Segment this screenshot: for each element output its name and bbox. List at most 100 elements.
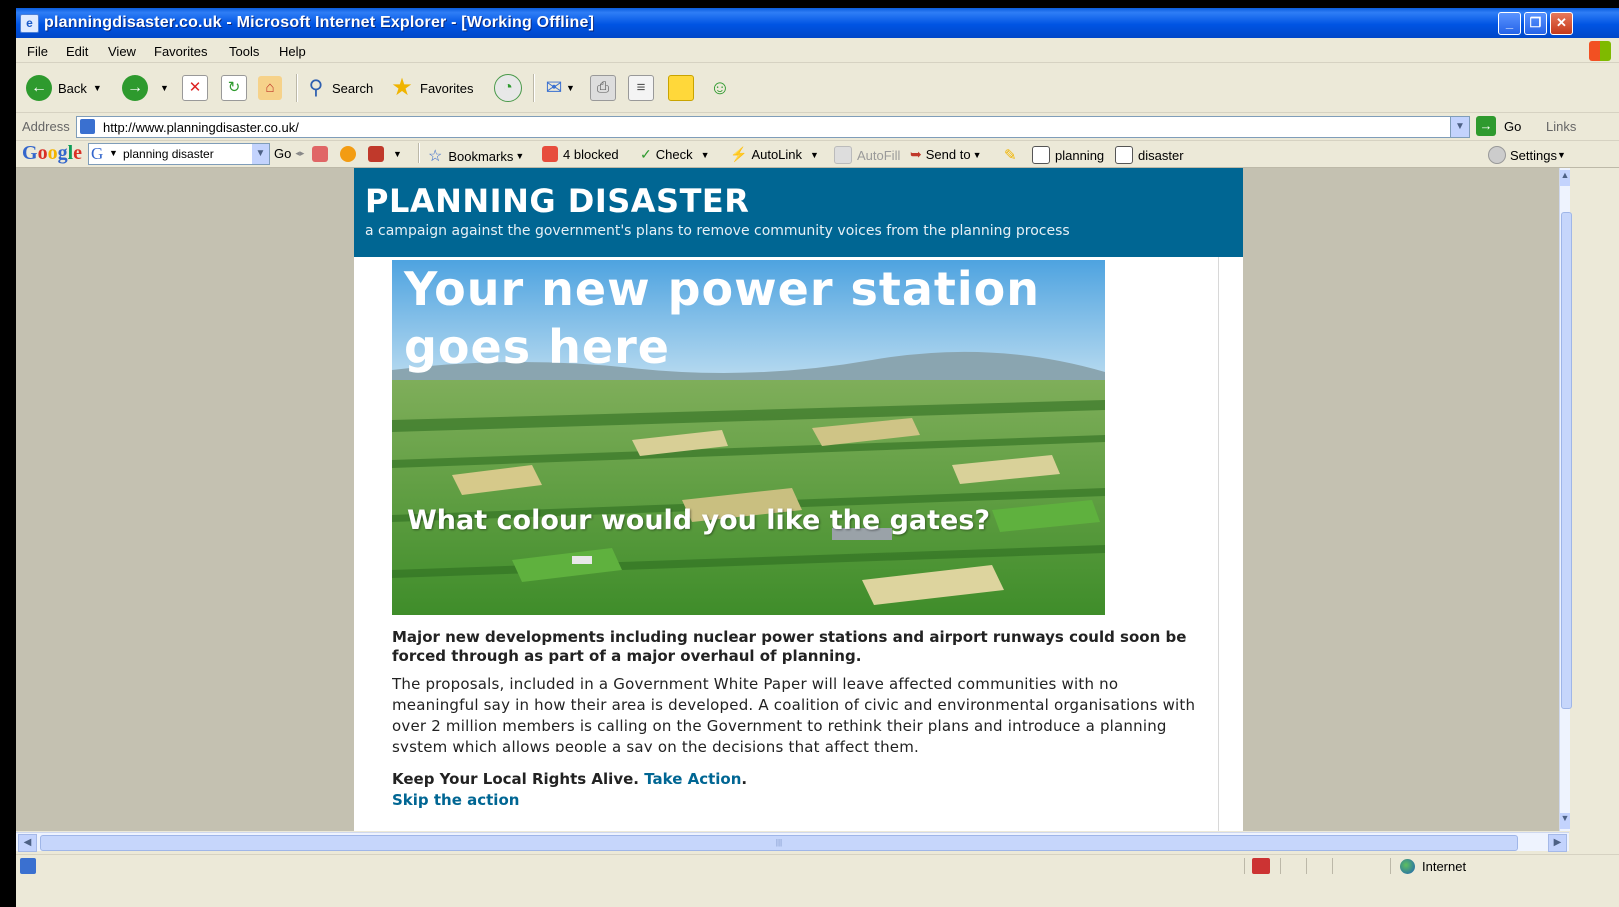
- hero-image: Your new power station goes here What co…: [392, 260, 1105, 615]
- edit-button[interactable]: ≡: [628, 72, 654, 104]
- history-button[interactable]: ◔: [494, 72, 528, 104]
- window-title: planningdisaster.co.uk - Microsoft Inter…: [44, 14, 595, 31]
- status-divider: [1280, 858, 1281, 874]
- search-label: Search: [332, 80, 374, 96]
- popup-blocker-button[interactable]: 4 blocked: [542, 146, 619, 162]
- spellcheck-icon: ✓: [640, 146, 652, 162]
- vertical-scroll-thumb[interactable]: [1561, 212, 1572, 709]
- chevron-down-icon[interactable]: ▼: [701, 150, 710, 160]
- autolink-button[interactable]: ⚡ AutoLink ▼: [730, 146, 819, 163]
- back-button[interactable]: ← Back ▼: [26, 72, 102, 104]
- favorites-button[interactable]: ★ Favorites: [390, 72, 473, 104]
- security-zone[interactable]: Internet: [1400, 859, 1466, 874]
- close-button[interactable]: ✕: [1550, 12, 1573, 35]
- toolbar-separator: [296, 74, 298, 102]
- forward-arrow-icon: →: [122, 75, 148, 101]
- go-button[interactable]: → Go: [1476, 116, 1521, 136]
- mail-button[interactable]: ✉ ▼: [542, 72, 575, 104]
- lead-paragraph: Major new developments including nuclear…: [392, 628, 1187, 665]
- status-divider: [1244, 858, 1245, 874]
- chevron-down-icon[interactable]: ▼: [252, 144, 269, 164]
- google-search-field[interactable]: G ▼ ▼: [88, 143, 270, 165]
- address-field[interactable]: ▼: [76, 116, 1470, 138]
- status-divider: [1332, 858, 1333, 874]
- chevron-down-icon[interactable]: ▼: [810, 150, 819, 160]
- chevron-down-icon: ▼: [1556, 150, 1566, 160]
- chevron-down-icon[interactable]: ▼: [393, 149, 402, 159]
- messenger-button[interactable]: ☺: [708, 72, 732, 104]
- page-viewport[interactable]: PLANNING DISASTER a campaign against the…: [16, 168, 1559, 831]
- discuss-button[interactable]: [668, 72, 694, 104]
- menu-favorites[interactable]: Favorites: [154, 44, 207, 59]
- search-term-disaster[interactable]: disaster: [1115, 146, 1184, 164]
- horizontal-scrollbar[interactable]: ◀ ||| ▶: [16, 832, 1569, 852]
- go-label: Go: [1504, 118, 1522, 134]
- chevron-down-icon[interactable]: ▼: [1450, 117, 1469, 137]
- menu-view[interactable]: View: [108, 44, 136, 59]
- form-icon: [834, 146, 852, 164]
- favorites-label: Favorites: [420, 80, 474, 96]
- forward-button[interactable]: → ▼: [122, 72, 169, 104]
- scroll-right-arrow-icon[interactable]: ▶: [1548, 834, 1567, 852]
- site-title[interactable]: PLANNING DISASTER: [365, 182, 749, 220]
- chevron-down-icon[interactable]: ▼: [566, 83, 575, 93]
- chevron-down-icon[interactable]: ▼: [109, 148, 118, 158]
- address-input[interactable]: [101, 118, 1435, 136]
- scroll-left-arrow-icon[interactable]: ◀: [18, 834, 37, 852]
- windows-logo-icon: [1589, 41, 1611, 61]
- address-label: Address: [22, 119, 70, 134]
- chevron-right-icon: ◂▸: [295, 148, 305, 158]
- edit-page-icon: ≡: [628, 75, 654, 101]
- chevron-down-icon[interactable]: ▼: [93, 83, 102, 93]
- restore-button[interactable]: ❐: [1524, 12, 1547, 35]
- home-button[interactable]: ⌂: [258, 72, 282, 104]
- status-divider: [1390, 858, 1391, 874]
- news-button[interactable]: ▼: [368, 146, 402, 162]
- autofill-label: AutoFill: [857, 147, 901, 163]
- print-button[interactable]: ⎙: [590, 72, 616, 104]
- refresh-button[interactable]: ↻: [221, 72, 247, 104]
- chevron-down-icon[interactable]: ▼: [160, 83, 169, 93]
- menu-edit[interactable]: Edit: [66, 44, 88, 59]
- highlighter-button[interactable]: ✎: [1004, 146, 1017, 164]
- menu-file[interactable]: File: [27, 44, 48, 59]
- search-term-planning[interactable]: planning: [1032, 146, 1104, 164]
- take-action-link[interactable]: Take Action: [644, 770, 741, 788]
- menu-tools[interactable]: Tools: [229, 44, 259, 59]
- site-subtitle: a campaign against the government's plan…: [365, 223, 1070, 239]
- stop-button[interactable]: ✕: [182, 72, 208, 104]
- google-go-button[interactable]: Go ◂▸: [274, 146, 304, 161]
- google-search-input[interactable]: [121, 146, 255, 162]
- bookmarks-label: Bookmarks: [448, 148, 514, 164]
- history-icon: ◔: [494, 74, 522, 102]
- term-disaster-label: disaster: [1138, 147, 1184, 163]
- search-icon: ⚲: [308, 77, 324, 99]
- find-icon: [1032, 146, 1050, 164]
- highlight-button[interactable]: [340, 146, 361, 162]
- pagerank-button[interactable]: [312, 146, 333, 162]
- title-bar[interactable]: e planningdisaster.co.uk - Microsoft Int…: [16, 8, 1619, 38]
- menu-bar: File Edit View Favorites Tools Help: [16, 40, 1619, 63]
- horizontal-scroll-thumb[interactable]: |||: [40, 835, 1518, 851]
- skip-action-link[interactable]: Skip the action: [392, 791, 519, 809]
- mail-icon: ✉: [545, 77, 563, 99]
- links-label[interactable]: Links: [1546, 119, 1576, 134]
- spell-check-button[interactable]: ✓ Check ▼: [640, 146, 710, 163]
- autofill-button[interactable]: AutoFill: [834, 146, 900, 164]
- send-to-button[interactable]: ➥ Send to ▼: [910, 146, 981, 163]
- star-outline-icon: ☆: [428, 148, 443, 165]
- menu-help[interactable]: Help: [279, 44, 306, 59]
- popup-blocked-icon: [542, 146, 558, 162]
- vertical-scrollbar[interactable]: ▲ ▼: [1559, 168, 1572, 831]
- settings-icon: [1488, 146, 1506, 164]
- google-logo[interactable]: Google: [22, 142, 82, 165]
- search-button[interactable]: ⚲ Search: [304, 72, 374, 104]
- settings-button[interactable]: Settings ▼: [1488, 146, 1566, 164]
- scroll-up-arrow-icon[interactable]: ▲: [1560, 170, 1570, 186]
- star-icon: ★: [391, 74, 413, 101]
- pagerank-icon: [312, 146, 328, 162]
- go-arrow-icon: →: [1476, 116, 1496, 136]
- minimize-button[interactable]: _: [1498, 12, 1521, 35]
- scroll-down-arrow-icon[interactable]: ▼: [1560, 813, 1570, 829]
- bookmarks-button[interactable]: ☆ Bookmarks ▼: [428, 146, 524, 166]
